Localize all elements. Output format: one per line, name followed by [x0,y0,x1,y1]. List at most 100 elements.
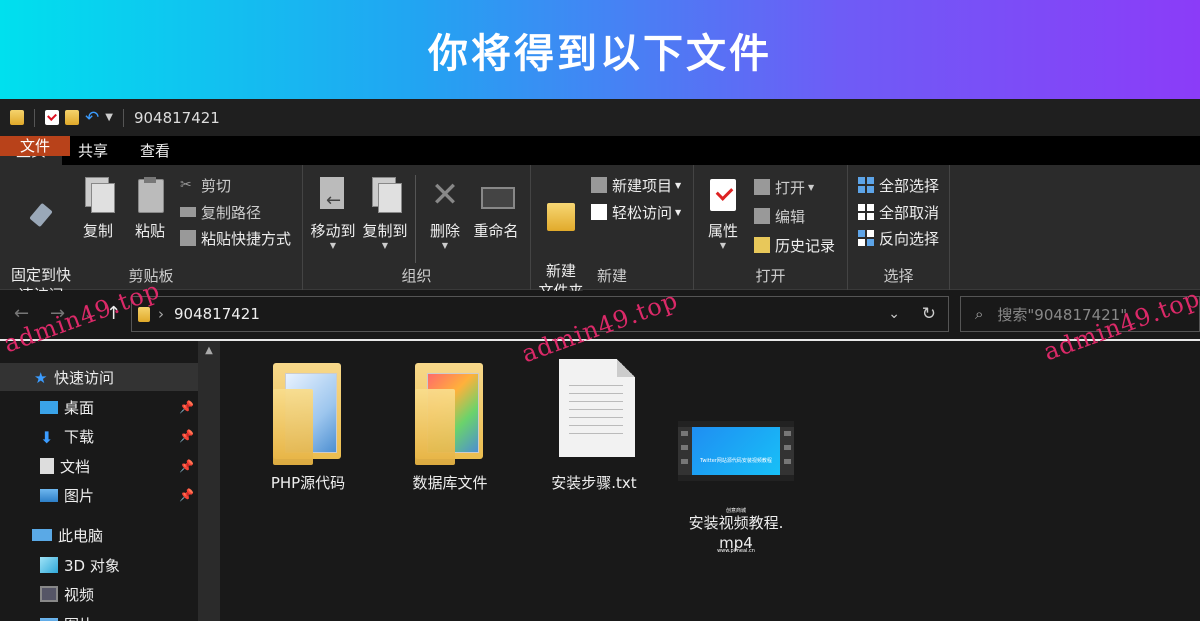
invert-selection-button[interactable]: 反向选择 [858,227,939,249]
easy-access-dropdown-icon: ▼ [675,207,682,217]
move-to-label: 移动到 [310,222,356,240]
video-thumbnail: Twitter网站源代码安装视频教程 创意商城 www.pimeal.cn [692,427,780,554]
nav-item-label: 此电脑 [58,526,104,545]
nav-item-videos[interactable]: 视频 [0,580,198,608]
nav-item-quick-access[interactable]: ★ 快速访问 [0,363,198,391]
copy-to-dropdown-icon: ▼ [381,241,389,250]
address-bar[interactable]: › 904817421 ⌄ ↻ [131,296,949,332]
rename-button[interactable]: 重命名 [471,177,521,241]
pin-to-quick-access-button[interactable]: 固定到快 速访问 [8,181,74,305]
ribbon: 固定到快 速访问 复制 粘贴 ✂ 剪切 复制路径 粘贴快捷方式 剪贴板 移动到 … [0,165,1200,304]
select-group-label: 选择 [883,267,914,285]
back-arrow-icon[interactable]: ← [14,303,29,324]
properties-quick-icon[interactable] [45,110,59,125]
tab-share[interactable]: 共享 [62,136,124,165]
nav-item-desktop[interactable]: 桌面 📌 [0,393,198,421]
video-thumb-line2: 创意商城 [725,508,746,514]
paste-label: 粘贴 [134,222,165,240]
pictures-icon [40,617,58,621]
title-bar: ↶ ▼ 904817421 [0,99,1200,136]
pin-icon: 📌 [179,400,194,414]
rename-icon [479,177,515,213]
film-icon [40,586,58,602]
move-to-button[interactable]: 移动到 ▼ [309,177,357,251]
copy-icon [81,177,115,213]
easy-access-icon [591,204,607,220]
file-name: 安装步骤.txt [551,474,637,492]
select-none-icon [858,204,874,220]
paste-shortcut-icon [180,230,196,246]
pin-icon: 📌 [179,459,194,473]
open-icon [754,179,770,195]
new-item-label: 新建项目 [612,176,673,195]
copy-path-label: 复制路径 [201,203,262,222]
nav-item-label: 快速访问 [54,368,115,387]
address-path[interactable]: 904817421 [174,305,260,323]
customize-toolbar-dropdown-icon[interactable]: ▼ [105,112,113,123]
text-file-icon [549,359,639,467]
scroll-up-arrow-icon[interactable]: ▲ [198,345,220,356]
file-name: 数据库文件 [412,474,488,492]
select-none-button[interactable]: 全部取消 [858,201,939,223]
properties-button[interactable]: 属性 ▼ [700,177,746,251]
download-arrow-icon: ⬇ [40,428,54,447]
computer-icon [32,529,52,541]
new-group: 新建 文件夹 新建项目 ▼ 轻松访问 ▼ 新建 [531,165,694,300]
nav-item-3d-objects[interactable]: 3D 对象 [0,551,198,579]
nav-item-downloads[interactable]: ⬇ 下载 📌 [0,422,198,450]
properties-label: 属性 [707,222,738,240]
cut-button[interactable]: ✂ 剪切 [180,174,231,196]
nav-scrollbar[interactable]: ▲ [198,341,220,621]
folder-icon [405,359,495,467]
scissors-icon: ✂ [180,177,192,193]
video-thumb-line3: www.pimeal.cn [717,548,755,554]
select-group: 全部选择 全部取消 反向选择 选择 [848,165,950,290]
nav-item-pictures-pc[interactable]: 图片 [0,610,198,621]
open-button[interactable]: 打开 ▼ [754,176,814,198]
file-item-video[interactable]: Twitter网站源代码安装视频教程 创意商城 www.pimeal.cn 安装… [676,359,796,554]
toolbar-separator [122,108,124,127]
select-none-label: 全部取消 [879,203,940,222]
new-folder-quick-icon[interactable] [65,110,79,125]
nav-item-label: 图片 [64,486,95,505]
tab-view[interactable]: 查看 [124,136,186,165]
search-icon: ⌕ [975,305,984,323]
invert-selection-icon [858,230,874,246]
copy-button[interactable]: 复制 [78,177,118,241]
copy-path-button[interactable]: 复制路径 [180,201,261,223]
copy-label: 复制 [82,222,113,240]
breadcrumb-chevron-icon[interactable]: › [158,305,164,323]
file-item-folder[interactable]: PHP源代码 [248,359,368,493]
invert-selection-label: 反向选择 [879,229,940,248]
pictures-icon [40,488,58,502]
undo-icon[interactable]: ↶ [85,108,99,128]
history-button[interactable]: 历史记录 [754,234,835,256]
organize-divider [415,175,416,263]
nav-item-label: 文档 [60,457,91,476]
paste-shortcut-button[interactable]: 粘贴快捷方式 [180,227,291,249]
copy-to-button[interactable]: 复制到 ▼ [361,177,409,251]
file-item-text[interactable]: 安装步骤.txt [534,359,654,493]
tab-file[interactable]: 文件 [0,136,70,156]
select-all-icon [858,177,874,193]
paste-button[interactable]: 粘贴 [130,177,170,241]
easy-access-button[interactable]: 轻松访问 ▼ [591,201,681,223]
history-icon [754,237,770,253]
delete-button[interactable]: ✕ 删除 ▼ [425,177,465,251]
new-item-button[interactable]: 新建项目 ▼ [591,174,681,196]
file-list: PHP源代码 数据库文件 安装步骤.txt Twitter网站源代码安装视频教程… [220,341,1200,621]
nav-item-documents[interactable]: 文档 📌 [0,452,198,480]
edit-icon [754,208,770,224]
move-to-icon [316,177,350,213]
refresh-icon[interactable]: ↻ [922,304,936,324]
edit-button[interactable]: 编辑 [754,205,805,227]
star-icon: ★ [34,369,48,387]
nav-item-pictures[interactable]: 图片 📌 [0,481,198,509]
address-dropdown-chevron-icon[interactable]: ⌄ [888,306,900,322]
copy-to-icon [368,177,402,213]
delete-label: 删除 [429,222,460,240]
easy-access-label: 轻松访问 [612,203,673,222]
nav-item-this-pc[interactable]: 此电脑 [0,521,198,549]
select-all-button[interactable]: 全部选择 [858,174,939,196]
file-item-folder[interactable]: 数据库文件 [390,359,510,493]
